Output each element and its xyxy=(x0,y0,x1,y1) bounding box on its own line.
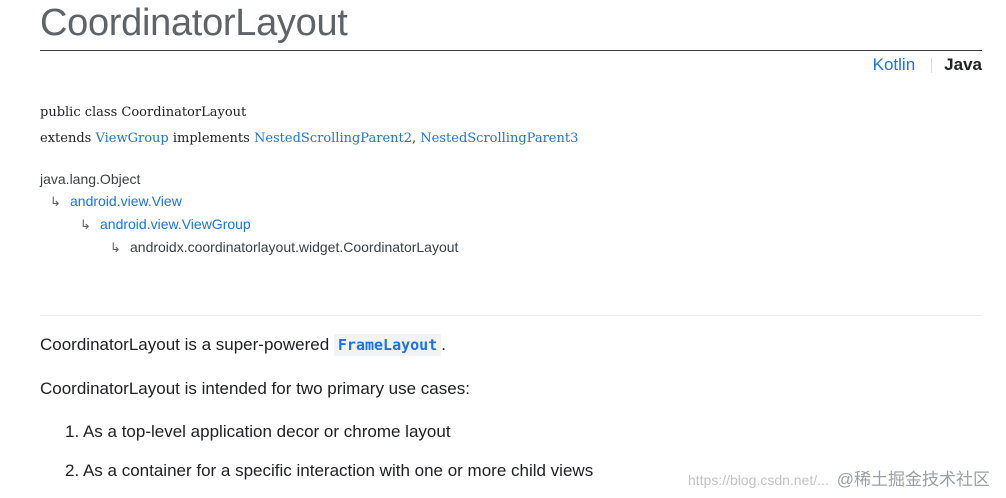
kotlin-tab[interactable]: Kotlin xyxy=(873,55,916,75)
hierarchy-link-view[interactable]: android.view.View xyxy=(70,193,182,209)
use-case-item: 1. As a top-level application decor or c… xyxy=(65,422,451,441)
extends-keyword: extends xyxy=(40,131,96,146)
description-intro-period: . xyxy=(441,335,446,354)
watermark: https://blog.csdn.net/... @稀土掘金技术社区 xyxy=(688,465,990,490)
hierarchy-link-viewgroup[interactable]: android.view.ViewGroup xyxy=(100,216,251,232)
signature-inheritance: extends ViewGroup implements NestedScrol… xyxy=(40,126,578,152)
class-signature: public class CoordinatorLayout extends V… xyxy=(40,100,578,152)
inheritance-hierarchy: java.lang.Object ↳ android.view.View ↳ and… xyxy=(40,168,458,259)
language-switcher: Kotlin Java xyxy=(873,55,982,75)
description-intro-text: CoordinatorLayout is a super-powered xyxy=(40,335,334,354)
nestedscrollingparent2-link[interactable]: NestedScrollingParent2 xyxy=(254,131,412,146)
description-use-cases-intro: CoordinatorLayout is intended for two pr… xyxy=(40,379,470,398)
watermark-brand: @稀土掘金技术社区 xyxy=(836,470,990,489)
hierarchy-arrow-icon: ↳ xyxy=(110,240,121,255)
page-title: CoordinatorLayout xyxy=(40,2,348,44)
watermark-url: https://blog.csdn.net/... xyxy=(687,472,829,488)
hierarchy-item-object: java.lang.Object xyxy=(40,171,141,187)
hierarchy-row-coordinatorlayout: ↳ androidx.coordinatorlayout.widget.Coord… xyxy=(40,236,458,259)
description-intro: CoordinatorLayout is a super-powered Fra… xyxy=(40,334,446,356)
hierarchy-item-coordinatorlayout: androidx.coordinatorlayout.widget.Coordi… xyxy=(130,239,459,255)
use-case-item: 2. As a container for a specific interac… xyxy=(65,461,594,480)
title-divider xyxy=(40,50,982,51)
language-separator xyxy=(931,57,933,73)
viewgroup-link[interactable]: ViewGroup xyxy=(95,131,168,146)
implements-keyword: implements xyxy=(168,131,254,146)
hierarchy-row-view: ↳ android.view.View xyxy=(40,190,458,213)
framelayout-code-link[interactable]: FrameLayout xyxy=(333,334,442,356)
hierarchy-row-viewgroup: ↳ android.view.ViewGroup xyxy=(40,213,458,236)
nestedscrollingparent3-link[interactable]: NestedScrollingParent3 xyxy=(420,131,578,146)
use-case-list: 1. As a top-level application decor or c… xyxy=(40,422,593,498)
section-divider xyxy=(40,315,982,316)
signature-declaration: public class CoordinatorLayout xyxy=(40,105,247,120)
java-tab[interactable]: Java xyxy=(944,55,982,75)
hierarchy-arrow-icon: ↳ xyxy=(80,217,91,232)
hierarchy-arrow-icon: ↳ xyxy=(50,194,61,209)
